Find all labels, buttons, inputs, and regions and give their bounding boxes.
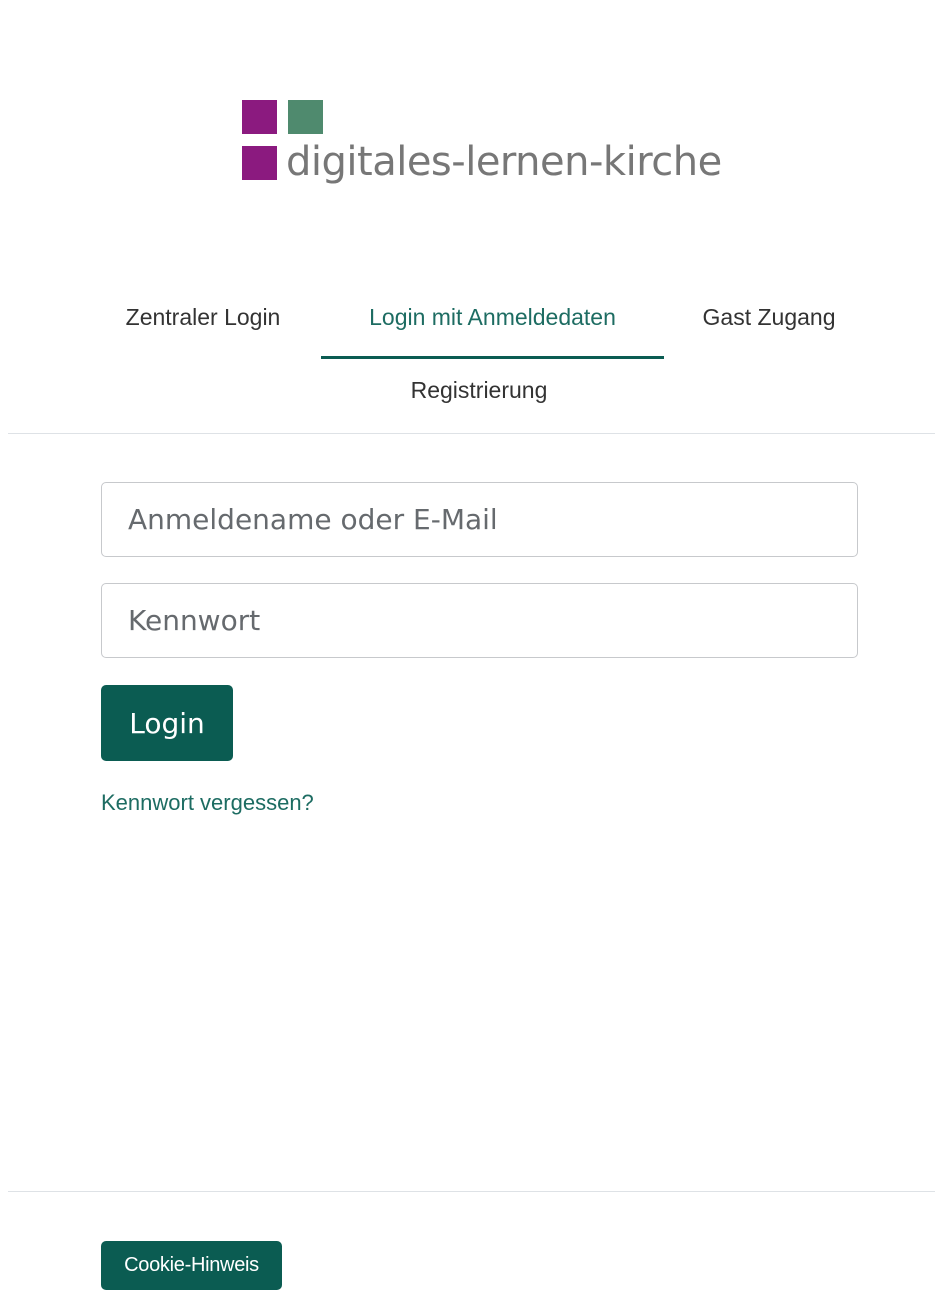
site-logo[interactable]: digitales-lernen-kirche [242,100,722,190]
tab-login-mit-anmeldedaten[interactable]: Login mit Anmeldedaten [321,290,664,359]
forgot-password-link[interactable]: Kennwort vergessen? [101,790,314,816]
tab-registrierung[interactable]: Registrierung [379,360,579,412]
footer-divider [8,1191,935,1192]
logo-wordmark: digitales-lernen-kirche [286,139,722,185]
password-input[interactable] [101,583,858,658]
cookie-notice-button[interactable]: Cookie-Hinweis [101,1241,282,1290]
username-input[interactable] [101,482,858,557]
tab-gast-zugang[interactable]: Gast Zugang [680,290,858,356]
logo-square-purple-bottom [242,146,277,180]
tab-zentraler-login[interactable]: Zentraler Login [100,290,306,356]
tabs-divider [8,433,935,434]
logo-square-purple-top [242,100,277,134]
login-tabs: Zentraler Login Login mit Anmeldedaten G… [100,290,858,403]
logo-square-green [288,100,323,134]
login-button[interactable]: Login [101,685,233,761]
